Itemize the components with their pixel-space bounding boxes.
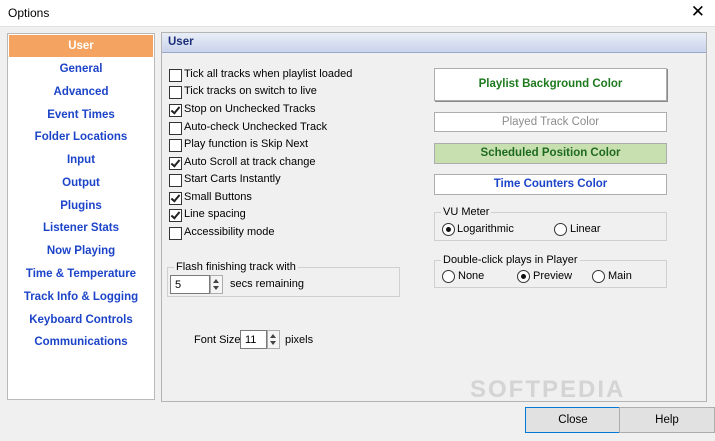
help-button[interactable]: Help bbox=[619, 407, 715, 433]
sidebar-item-event-times[interactable]: Event Times bbox=[9, 104, 153, 126]
user-options-panel: User Tick all tracks when playlist loade… bbox=[161, 32, 707, 402]
stepper-arrows[interactable] bbox=[210, 275, 223, 294]
checkbox-box[interactable] bbox=[169, 227, 182, 240]
vu-meter-group: VU Meter Logarithmic Linear bbox=[434, 206, 667, 241]
radio-main-label: Main bbox=[608, 270, 632, 282]
panel-header: User bbox=[162, 33, 706, 53]
radio-preview-label: Preview bbox=[533, 270, 573, 282]
double-click-group: Double-click plays in Player None Previe… bbox=[434, 254, 667, 288]
font-size-value: 11 bbox=[245, 334, 257, 346]
sidebar-item-time-temperature[interactable]: Time & Temperature bbox=[9, 263, 153, 285]
font-size-stepper[interactable]: 11 bbox=[240, 330, 280, 349]
checkbox-label: Play function is Skip Next bbox=[184, 138, 309, 150]
flash-seconds-stepper[interactable]: 5 bbox=[170, 275, 223, 294]
sidebar-item-folder-locations[interactable]: Folder Locations bbox=[9, 126, 153, 148]
scheduled-position-color-button[interactable]: Scheduled Position Color bbox=[434, 143, 667, 164]
radio-linear[interactable] bbox=[554, 223, 567, 236]
checkbox-label: Auto Scroll at track change bbox=[184, 156, 316, 168]
checkbox-box[interactable] bbox=[169, 157, 182, 170]
checkbox-label: Auto-check Unchecked Track bbox=[184, 121, 328, 133]
flash-seconds-suffix: secs remaining bbox=[230, 278, 304, 290]
checkbox-box[interactable] bbox=[169, 209, 182, 222]
sidebar-item-output[interactable]: Output bbox=[9, 172, 153, 194]
font-size-suffix: pixels bbox=[285, 334, 314, 346]
chevron-up-icon[interactable] bbox=[270, 334, 276, 338]
radio-none[interactable] bbox=[442, 270, 455, 283]
sidebar-item-user[interactable]: User bbox=[9, 35, 153, 57]
vu-meter-legend: VU Meter bbox=[441, 206, 492, 218]
font-size-label: Font Size bbox=[194, 334, 241, 346]
radio-main[interactable] bbox=[592, 270, 605, 283]
flash-seconds-value: 5 bbox=[175, 279, 182, 291]
sidebar-item-listener-stats[interactable]: Listener Stats bbox=[9, 217, 153, 239]
title-bar: Options ✕ bbox=[0, 0, 715, 27]
time-counters-color-button[interactable]: Time Counters Color bbox=[434, 174, 667, 195]
checkbox-box[interactable] bbox=[169, 192, 182, 205]
checkbox-box[interactable] bbox=[169, 139, 182, 152]
double-click-legend: Double-click plays in Player bbox=[441, 254, 580, 266]
checkbox-label: Tick all tracks when playlist loaded bbox=[184, 68, 353, 80]
sidebar-item-input[interactable]: Input bbox=[9, 149, 153, 171]
chevron-up-icon[interactable] bbox=[213, 279, 219, 283]
checkbox-box[interactable] bbox=[169, 174, 182, 187]
played-track-color-button[interactable]: Played Track Color bbox=[434, 112, 667, 132]
radio-preview[interactable] bbox=[517, 270, 530, 283]
checkbox-label: Tick tracks on switch to live bbox=[184, 85, 317, 97]
watermark: SOFTPEDIA bbox=[470, 376, 626, 403]
sidebar-item-communications[interactable]: Communications bbox=[9, 331, 153, 353]
sidebar-item-plugins[interactable]: Plugins bbox=[9, 195, 153, 217]
close-button[interactable]: Close bbox=[525, 407, 621, 433]
playlist-background-color-button[interactable]: Playlist Background Color bbox=[434, 68, 667, 101]
chevron-down-icon[interactable] bbox=[213, 286, 219, 290]
checkbox-label: Start Carts Instantly bbox=[184, 173, 281, 185]
options-sidebar: User General Advanced Event Times Folder… bbox=[7, 33, 155, 400]
flash-finishing-legend: Flash finishing track with bbox=[174, 261, 298, 273]
checkbox-box[interactable] bbox=[169, 104, 182, 117]
panel-title: User bbox=[168, 36, 194, 48]
flash-finishing-group: Flash finishing track with 5 secs remain… bbox=[167, 261, 400, 297]
checkbox-box[interactable] bbox=[169, 86, 182, 99]
checkbox-label: Line spacing bbox=[184, 208, 246, 220]
radio-logarithmic-label: Logarithmic bbox=[457, 223, 514, 235]
radio-linear-label: Linear bbox=[570, 223, 601, 235]
sidebar-item-general[interactable]: General bbox=[9, 58, 153, 80]
sidebar-item-track-info-logging[interactable]: Track Info & Logging bbox=[9, 286, 153, 308]
window-title: Options bbox=[8, 6, 50, 20]
checkbox-box[interactable] bbox=[169, 122, 182, 135]
chevron-down-icon[interactable] bbox=[270, 341, 276, 345]
stepper-arrows[interactable] bbox=[267, 330, 280, 349]
radio-none-label: None bbox=[458, 270, 485, 282]
checkbox-box[interactable] bbox=[169, 69, 182, 82]
sidebar-item-now-playing[interactable]: Now Playing bbox=[9, 240, 153, 262]
close-icon[interactable]: ✕ bbox=[691, 3, 705, 21]
checkbox-label: Stop on Unchecked Tracks bbox=[184, 103, 316, 115]
sidebar-item-advanced[interactable]: Advanced bbox=[9, 81, 153, 103]
checkbox-label: Accessibility mode bbox=[184, 226, 275, 238]
radio-logarithmic[interactable] bbox=[442, 223, 455, 236]
checkbox-label: Small Buttons bbox=[184, 191, 252, 203]
sidebar-item-keyboard-controls[interactable]: Keyboard Controls bbox=[9, 309, 153, 331]
